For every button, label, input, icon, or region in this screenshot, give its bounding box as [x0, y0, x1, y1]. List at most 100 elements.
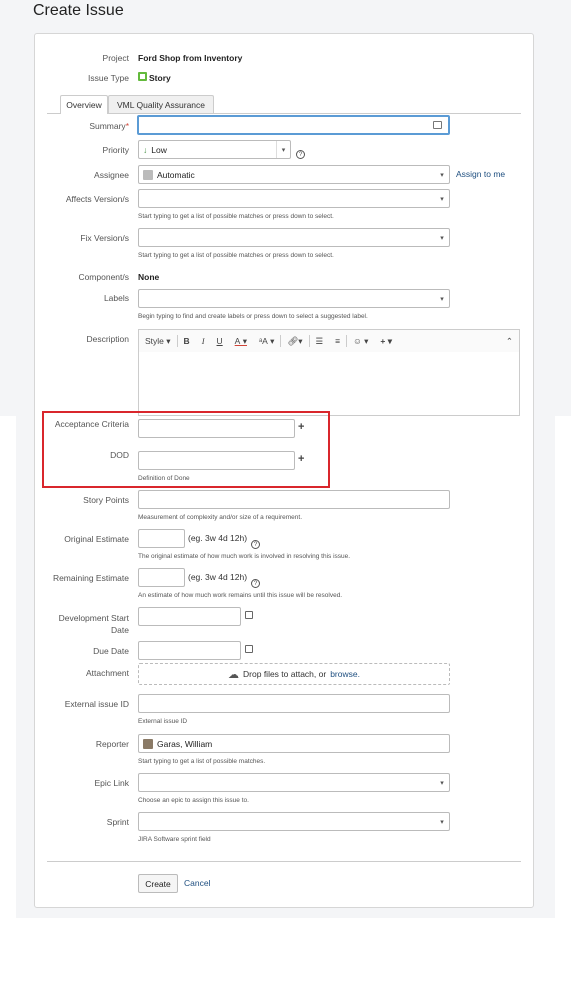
reporter-help: Start typing to get a list of possible m… [138, 758, 266, 765]
project-label: Project [102, 53, 129, 63]
component-label: Component/s [78, 272, 129, 282]
attachment-dropzone[interactable]: ☁ Drop files to attach, or browse. [138, 663, 450, 685]
cloud-upload-icon: ☁ [228, 668, 240, 681]
priority-value: Low [151, 144, 167, 155]
external-id-input[interactable] [138, 694, 450, 713]
external-id-help: External issue ID [138, 718, 188, 725]
due-date-input[interactable] [138, 641, 241, 660]
assignee-label: Assignee [94, 170, 129, 180]
text-size-icon[interactable]: ᵃA ▾ [253, 330, 280, 352]
priority-select[interactable]: ↓ Low ▾ [138, 140, 291, 159]
italic-icon[interactable]: I [196, 330, 211, 352]
remaining-estimate-label: Remaining Estimate [52, 573, 129, 583]
collapse-icon[interactable]: ⌃ [500, 330, 519, 352]
issue-type-value[interactable]: Story [149, 73, 171, 83]
reporter-value: Garas, William [157, 738, 213, 749]
issue-type-label: Issue Type [88, 73, 129, 83]
epic-link-label: Epic Link [94, 778, 130, 788]
story-points-input[interactable] [138, 490, 450, 509]
labels-label: Labels [103, 293, 129, 303]
summary-label-text: Summary [89, 121, 126, 131]
footer-divider [47, 861, 521, 862]
story-points-label: Story Points [83, 495, 129, 505]
description-editor[interactable] [138, 352, 520, 416]
description-label: Description [86, 334, 129, 344]
style-dropdown[interactable]: Style ▾ [139, 330, 177, 352]
dev-start-date-label: Development Start Date [45, 612, 129, 636]
calendar-icon[interactable] [245, 645, 253, 653]
style-dropdown-label: Style [145, 336, 164, 346]
cancel-link[interactable]: Cancel [184, 878, 210, 888]
text-field-icon [433, 121, 442, 129]
project-value: Ford Shop from Inventory [138, 53, 243, 63]
tab-overview[interactable]: Overview [60, 95, 108, 114]
fix-version-dropdown-button[interactable]: ▾ [435, 229, 449, 246]
reporter-input[interactable]: Garas, William [138, 734, 450, 753]
priority-dropdown-button[interactable]: ▾ [276, 141, 290, 158]
editor-toolbar: Style ▾ B I U A ▾ ᵃA ▾ 🔗︎▾ ☰ ≡ ☺ ▾ + ▾ ⌃ [138, 329, 520, 353]
remaining-estimate-input[interactable] [138, 568, 185, 587]
remaining-estimate-help: An estimate of how much work remains unt… [138, 592, 343, 599]
calendar-icon[interactable] [245, 611, 253, 619]
original-estimate-help-icon[interactable]: ? [251, 533, 260, 551]
browse-link[interactable]: browse. [330, 669, 360, 679]
page-title: Create Issue [33, 2, 124, 19]
fix-version-label: Fix Version/s [80, 233, 129, 243]
assignee-dropdown-button[interactable]: ▾ [435, 166, 449, 183]
arrow-down-icon: ↓ [143, 144, 148, 155]
original-estimate-label: Original Estimate [64, 534, 129, 544]
remaining-estimate-hint: (eg. 3w 4d 12h) [188, 572, 248, 582]
due-date-label: Due Date [93, 646, 129, 656]
bold-icon[interactable]: B [178, 330, 196, 352]
assign-to-me-link[interactable]: Assign to me [456, 169, 505, 179]
affects-version-dropdown-button[interactable]: ▾ [435, 190, 449, 207]
assignee-select[interactable]: Automatic ▾ [138, 165, 450, 184]
remaining-estimate-help-icon[interactable]: ? [251, 572, 260, 590]
original-estimate-input[interactable] [138, 529, 185, 548]
fix-version-input[interactable]: ▾ [138, 228, 450, 247]
link-icon[interactable]: 🔗︎▾ [281, 330, 308, 352]
component-value: None [138, 272, 160, 282]
acceptance-criteria-label: Acceptance Criteria [54, 419, 129, 429]
summary-input[interactable] [137, 115, 450, 135]
dod-help: Definition of Done [138, 475, 190, 482]
tab-vml-quality-assurance[interactable]: VML Quality Assurance [108, 95, 214, 114]
original-estimate-help: The original estimate of how much work i… [138, 553, 351, 560]
numbered-list-icon[interactable]: ≡ [329, 330, 346, 352]
avatar [143, 738, 153, 749]
create-button[interactable]: Create [138, 874, 178, 893]
affects-version-label: Affects Version/s [65, 194, 129, 204]
sprint-help: JIRA Software sprint field [138, 836, 211, 843]
sprint-label: Sprint [106, 817, 129, 827]
story-icon [138, 72, 147, 81]
reporter-label: Reporter [95, 739, 129, 749]
insert-more-icon[interactable]: + ▾ [374, 330, 398, 352]
avatar-icon [143, 169, 153, 180]
labels-input[interactable]: ▾ [138, 289, 450, 308]
dod-input[interactable] [138, 451, 295, 470]
required-asterisk: * [125, 121, 129, 131]
dod-label: DOD [110, 450, 129, 460]
affects-version-help: Start typing to get a list of possible m… [138, 213, 334, 220]
emoticon-icon[interactable]: ☺ ▾ [347, 330, 374, 352]
assignee-value: Automatic [157, 169, 195, 180]
dev-start-date-input[interactable] [138, 607, 241, 626]
underline-icon[interactable]: U [211, 330, 229, 352]
labels-help: Begin typing to find and create labels o… [138, 313, 368, 320]
affects-version-input[interactable]: ▾ [138, 189, 450, 208]
epic-link-input[interactable]: ▾ [138, 773, 450, 792]
fix-version-help: Start typing to get a list of possible m… [138, 252, 334, 259]
add-dod-icon[interactable]: + [298, 453, 304, 465]
sprint-dropdown-button[interactable]: ▾ [435, 813, 449, 830]
priority-label: Priority [102, 145, 129, 155]
sprint-input[interactable]: ▾ [138, 812, 450, 831]
summary-label: Summary* [45, 121, 129, 131]
labels-dropdown-button[interactable]: ▾ [435, 290, 449, 307]
epic-link-dropdown-button[interactable]: ▾ [435, 774, 449, 791]
priority-help-icon[interactable]: ? [296, 143, 305, 161]
bullet-list-icon[interactable]: ☰ [310, 330, 330, 352]
acceptance-criteria-input[interactable] [138, 419, 295, 438]
text-color-icon[interactable]: A ▾ [229, 330, 253, 352]
add-acceptance-criteria-icon[interactable]: + [298, 421, 304, 433]
original-estimate-hint: (eg. 3w 4d 12h) [188, 533, 248, 543]
